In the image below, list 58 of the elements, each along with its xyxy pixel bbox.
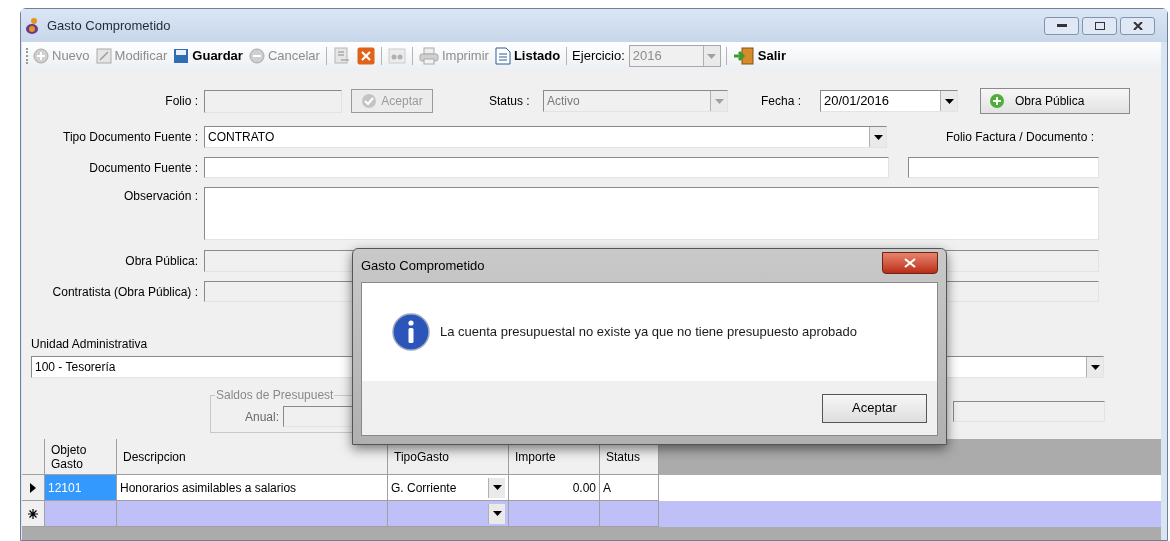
budget-balance-title: Saldos de Presupuest bbox=[215, 387, 335, 403]
source-document-field[interactable] bbox=[204, 157, 889, 178]
grid-cell[interactable] bbox=[45, 501, 117, 527]
date-label: Fecha : bbox=[761, 93, 803, 110]
window-title: Gasto Comprometido bbox=[47, 16, 171, 35]
save-icon bbox=[173, 48, 190, 64]
edit-icon bbox=[95, 48, 112, 64]
document-type-label: Tipo Documento Fuente : bbox=[62, 129, 199, 146]
dialog-title: Gasto Comprometido bbox=[361, 256, 485, 275]
maximize-icon bbox=[1094, 21, 1105, 30]
minimize-icon bbox=[1056, 23, 1067, 28]
toolbar-button[interactable]: Salir bbox=[729, 44, 790, 68]
grid-cell[interactable] bbox=[117, 501, 388, 527]
plus-icon bbox=[33, 48, 49, 64]
invoice-folio-field[interactable] bbox=[908, 157, 1099, 178]
minimize-button[interactable] bbox=[1044, 16, 1079, 35]
app-logo-icon bbox=[25, 16, 41, 35]
close-button[interactable] bbox=[1120, 16, 1155, 35]
close-icon bbox=[1132, 21, 1143, 30]
invoice-folio-label: Folio Factura / Documento : bbox=[944, 129, 1095, 146]
date-picker[interactable]: 20/01/2016 bbox=[820, 90, 958, 112]
observation-field[interactable] bbox=[204, 187, 1099, 240]
plus-icon bbox=[989, 93, 1005, 109]
grid-cell[interactable] bbox=[600, 501, 659, 527]
observation-label: Observación : bbox=[122, 188, 199, 205]
binoculars-icon bbox=[387, 47, 406, 65]
year-label: Ejercicio: bbox=[572, 47, 625, 66]
new-row-icon bbox=[27, 508, 38, 519]
info-icon bbox=[392, 313, 430, 351]
balance-field[interactable] bbox=[953, 401, 1105, 422]
grid-cell[interactable] bbox=[509, 501, 600, 527]
admin-unit-label: Unidad Administrativa bbox=[31, 336, 148, 353]
toolbar-button[interactable]: Guardar bbox=[170, 44, 246, 68]
document-icon bbox=[494, 47, 511, 65]
public-works-label: Obra Pública: bbox=[124, 253, 199, 270]
contractor-label: Contratista (Obra Pública) : bbox=[51, 283, 199, 301]
close-icon bbox=[904, 257, 916, 268]
document-type-dropdown[interactable]: CONTRATO bbox=[204, 126, 887, 148]
dialog-close-button[interactable] bbox=[882, 251, 938, 274]
annual-label: Anual: bbox=[245, 408, 280, 426]
current-row-icon bbox=[29, 482, 36, 493]
folio-label: Folio : bbox=[164, 93, 199, 110]
maximize-button[interactable] bbox=[1082, 16, 1117, 35]
status-label: Status : bbox=[489, 93, 531, 110]
public-works-button[interactable]: Obra Pública bbox=[980, 88, 1130, 114]
door-exit-icon bbox=[732, 47, 755, 65]
check-icon bbox=[361, 93, 378, 109]
dialog-accept-button[interactable]: Aceptar bbox=[822, 393, 927, 423]
dialog-message: La cuenta presupuestal no existe ya que no tiene presupuesto aprobado bbox=[440, 323, 858, 342]
grid-cell[interactable] bbox=[388, 501, 509, 527]
close-icon bbox=[356, 47, 375, 65]
minus-icon bbox=[248, 48, 265, 64]
column-header[interactable]: Objeto Gasto bbox=[45, 439, 117, 475]
source-document-label: Documento Fuente : bbox=[88, 159, 199, 177]
printer-icon bbox=[418, 47, 439, 65]
grid-row[interactable]: 12101 Honorarios asimilables a salarios G. Corriente 0.00 A bbox=[22, 475, 1161, 501]
toolbar-button[interactable]: Listado bbox=[491, 44, 564, 68]
column-header[interactable]: Descripcion bbox=[117, 439, 388, 475]
